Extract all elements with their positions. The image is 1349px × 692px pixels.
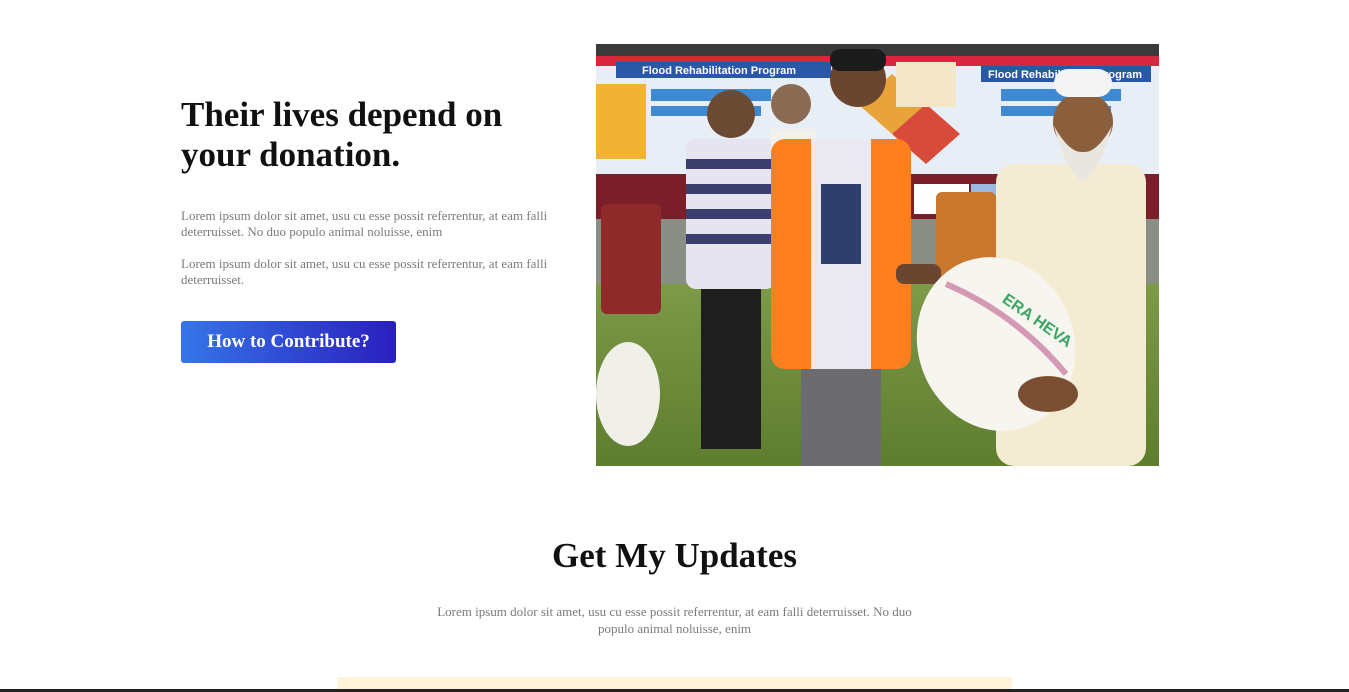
hero-title: Their lives depend on your donation. bbox=[181, 95, 503, 174]
banner-left-text: Flood Rehabilitation Program bbox=[642, 65, 796, 77]
how-to-contribute-button[interactable]: How to Contribute? bbox=[181, 321, 396, 363]
hero-photo: Flood Rehabilitation Program Flood Rehab… bbox=[596, 44, 1159, 466]
updates-title: Get My Updates bbox=[552, 536, 797, 575]
donation-photo-illustration: Flood Rehabilitation Program Flood Rehab… bbox=[596, 44, 1159, 466]
hero-paragraph-1: Lorem ipsum dolor sit amet, usu cu esse … bbox=[181, 208, 548, 239]
hero-paragraph-2: Lorem ipsum dolor sit amet, usu cu esse … bbox=[181, 256, 548, 287]
page: Their lives depend on your donation. Lor… bbox=[0, 0, 1349, 692]
hero-text-block: Their lives depend on your donation. Lor… bbox=[181, 95, 581, 288]
updates-paragraph: Lorem ipsum dolor sit amet, usu cu esse … bbox=[437, 604, 912, 636]
